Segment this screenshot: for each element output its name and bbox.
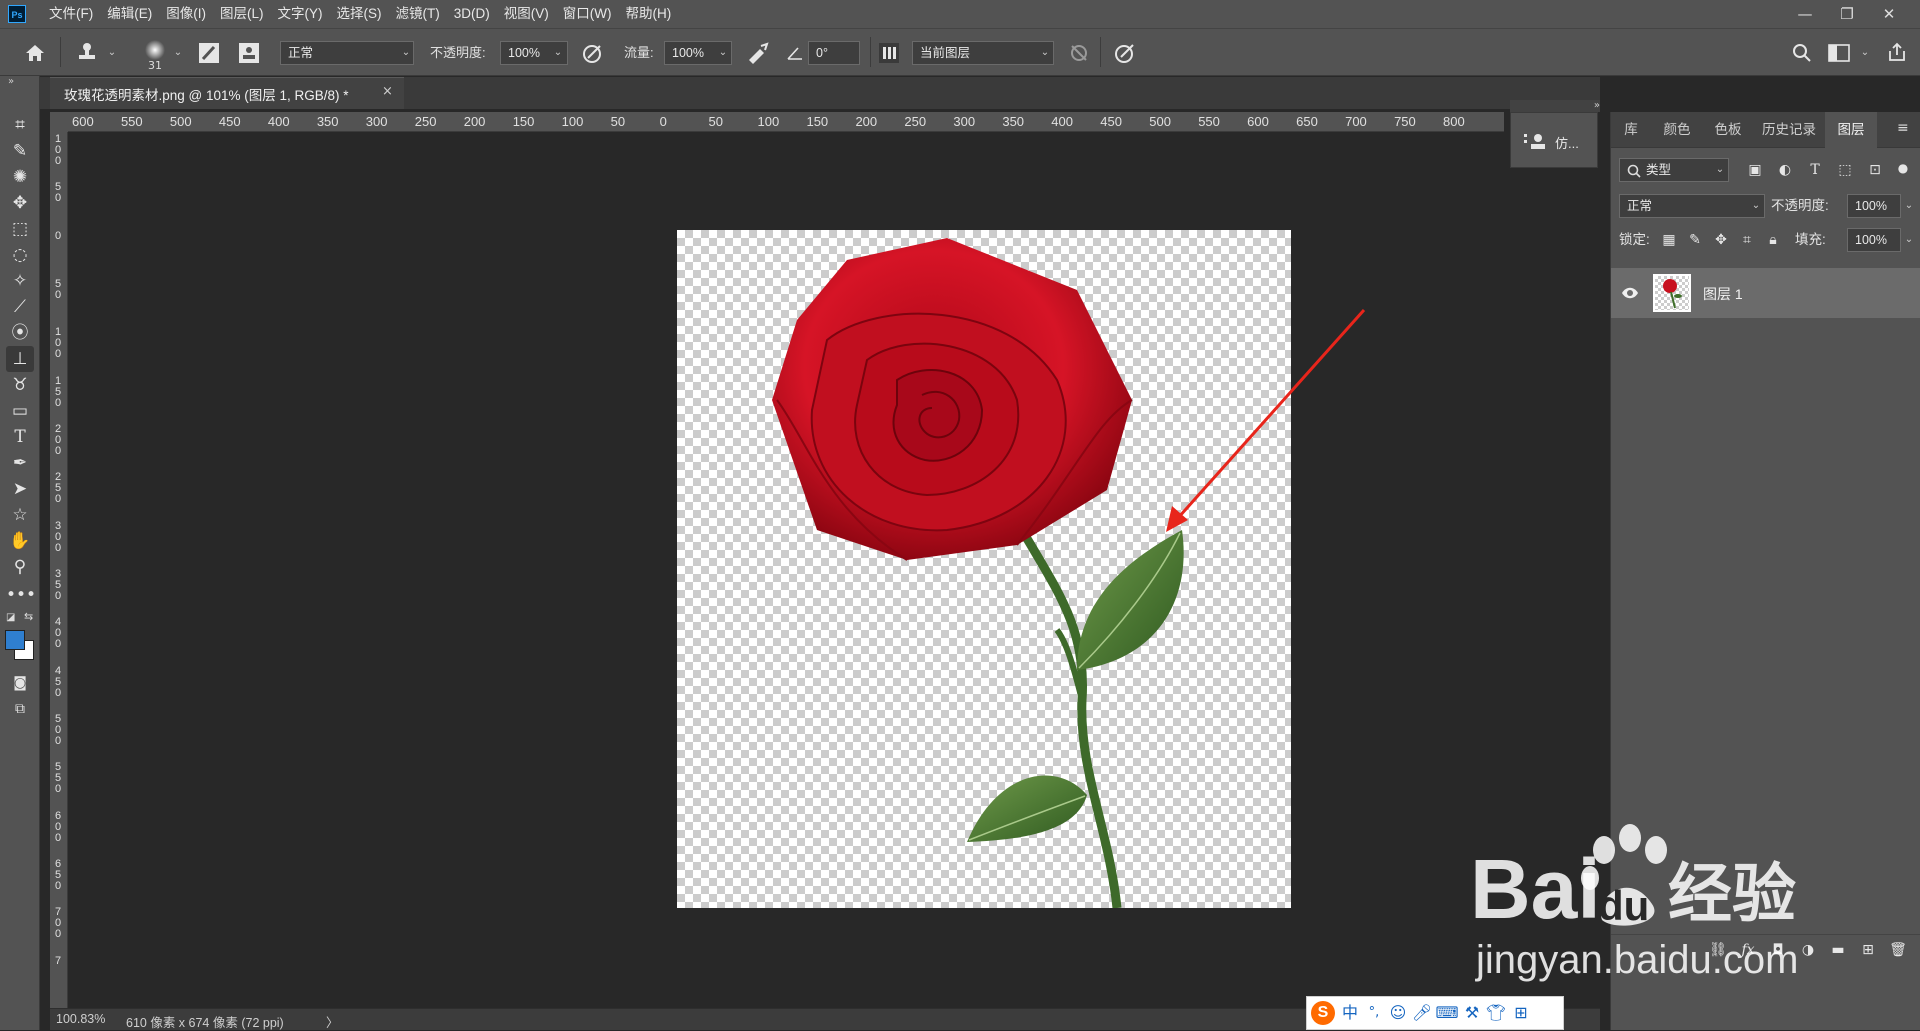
zoom-level[interactable]: 100.83% <box>56 1012 105 1026</box>
skin-icon[interactable]: 👕︎ <box>1485 1001 1507 1025</box>
layer-opacity-value: 100% <box>1855 199 1887 213</box>
tab-color[interactable]: 颜色 <box>1651 112 1703 148</box>
tools-icon[interactable]: ⚒ <box>1461 1001 1483 1025</box>
menu-grid-icon[interactable]: ⊞ <box>1509 1001 1533 1025</box>
emoji-icon[interactable]: ☺ <box>1387 1001 1409 1025</box>
panel-tabs: 库 颜色 色板 历史记录 图层 ≡ <box>1611 112 1920 148</box>
ime-punctuation[interactable]: °, <box>1363 1001 1385 1025</box>
tab-swatches[interactable]: 色板 <box>1703 112 1753 148</box>
clone-source-label: 仿... <box>1555 136 1579 151</box>
ime-language[interactable]: 中 <box>1339 1001 1361 1025</box>
fill-caret-icon[interactable]: ⌄ <box>1904 228 1914 252</box>
collapse-panels-icon[interactable]: » <box>1510 100 1600 112</box>
filter-pixel-icon[interactable]: ▣ <box>1745 158 1765 182</box>
fill-value: 100% <box>1855 233 1887 247</box>
fill-input[interactable]: 100% <box>1847 228 1901 252</box>
eye-icon[interactable] <box>1621 286 1639 300</box>
clone-source-mini-panel[interactable]: 仿... <box>1510 112 1598 168</box>
new-layer-icon[interactable]: ⊞ <box>1857 939 1879 961</box>
tab-library[interactable]: 库 <box>1611 112 1651 148</box>
panel-menu-icon[interactable]: ≡ <box>1897 120 1909 136</box>
layer-thumbnail[interactable] <box>1653 274 1691 312</box>
lock-all-icon[interactable]: 🔒︎ <box>1763 228 1783 252</box>
clone-source-icon <box>1524 134 1545 149</box>
filter-toggle-icon[interactable]: ● <box>1893 156 1913 180</box>
adjustment-layer-icon[interactable]: ◑ <box>1797 939 1819 961</box>
filter-type-icon[interactable]: T <box>1805 158 1825 182</box>
watermark-url: jingyan.baidu.com <box>1476 938 1799 982</box>
filter-caret-icon: ⌄ <box>1715 164 1725 175</box>
blend-caret-icon: ⌄ <box>1751 200 1761 211</box>
layer-row[interactable]: 图层 1 <box>1611 268 1920 318</box>
watermark-brand: Bai <box>1470 842 1601 936</box>
fill-label: 填充: <box>1795 232 1826 247</box>
search-icon <box>1627 164 1641 178</box>
status-menu-arrow-icon[interactable]: 〉 <box>326 1012 339 1031</box>
tab-layers[interactable]: 图层 <box>1825 112 1877 148</box>
sogou-logo-icon[interactable]: S <box>1311 1001 1335 1025</box>
new-group-icon[interactable]: ▬ <box>1827 939 1849 961</box>
lock-label: 锁定: <box>1619 232 1650 247</box>
layer-filter-value: 类型 <box>1646 163 1672 177</box>
baidu-watermark-logo: Bai du 经验 <box>1470 824 1796 936</box>
microphone-icon[interactable]: 🎤︎ <box>1411 1001 1433 1025</box>
lock-position-icon[interactable]: ✥ <box>1711 228 1731 252</box>
layer-name[interactable]: 图层 1 <box>1703 284 1743 304</box>
filter-shape-icon[interactable]: ⬚ <box>1835 158 1855 182</box>
filter-smart-object-icon[interactable]: ⊡ <box>1865 158 1885 182</box>
layer-opacity-caret-icon[interactable]: ⌄ <box>1904 194 1914 218</box>
delete-layer-icon[interactable]: 🗑︎ <box>1887 939 1909 961</box>
tab-history[interactable]: 历史记录 <box>1753 112 1825 148</box>
layer-opacity-input[interactable]: 100% <box>1847 194 1901 218</box>
lock-artboard-icon[interactable]: ⌗ <box>1737 228 1757 252</box>
blend-mode-select[interactable]: 正常 <box>1619 194 1765 218</box>
blend-mode-value: 正常 <box>1627 199 1653 213</box>
watermark-brand-cn: 经验 <box>1668 858 1796 932</box>
ime-toolbar: S 中 °, ☺ 🎤︎ ⌨ ⚒ 👕︎ ⊞ <box>1306 996 1564 1030</box>
layer-thumbnail-rose <box>1663 279 1682 309</box>
filter-adjustment-icon[interactable]: ◐ <box>1775 158 1795 182</box>
document-info: 610 像素 x 674 像素 (72 ppi) <box>126 1016 284 1030</box>
keyboard-icon[interactable]: ⌨ <box>1435 1001 1459 1025</box>
watermark-brand2: du <box>1598 882 1649 929</box>
layer-opacity-label: 不透明度: <box>1771 198 1829 213</box>
lock-transparent-icon[interactable]: ▦ <box>1659 228 1679 252</box>
lock-image-icon[interactable]: ✎ <box>1685 228 1705 252</box>
